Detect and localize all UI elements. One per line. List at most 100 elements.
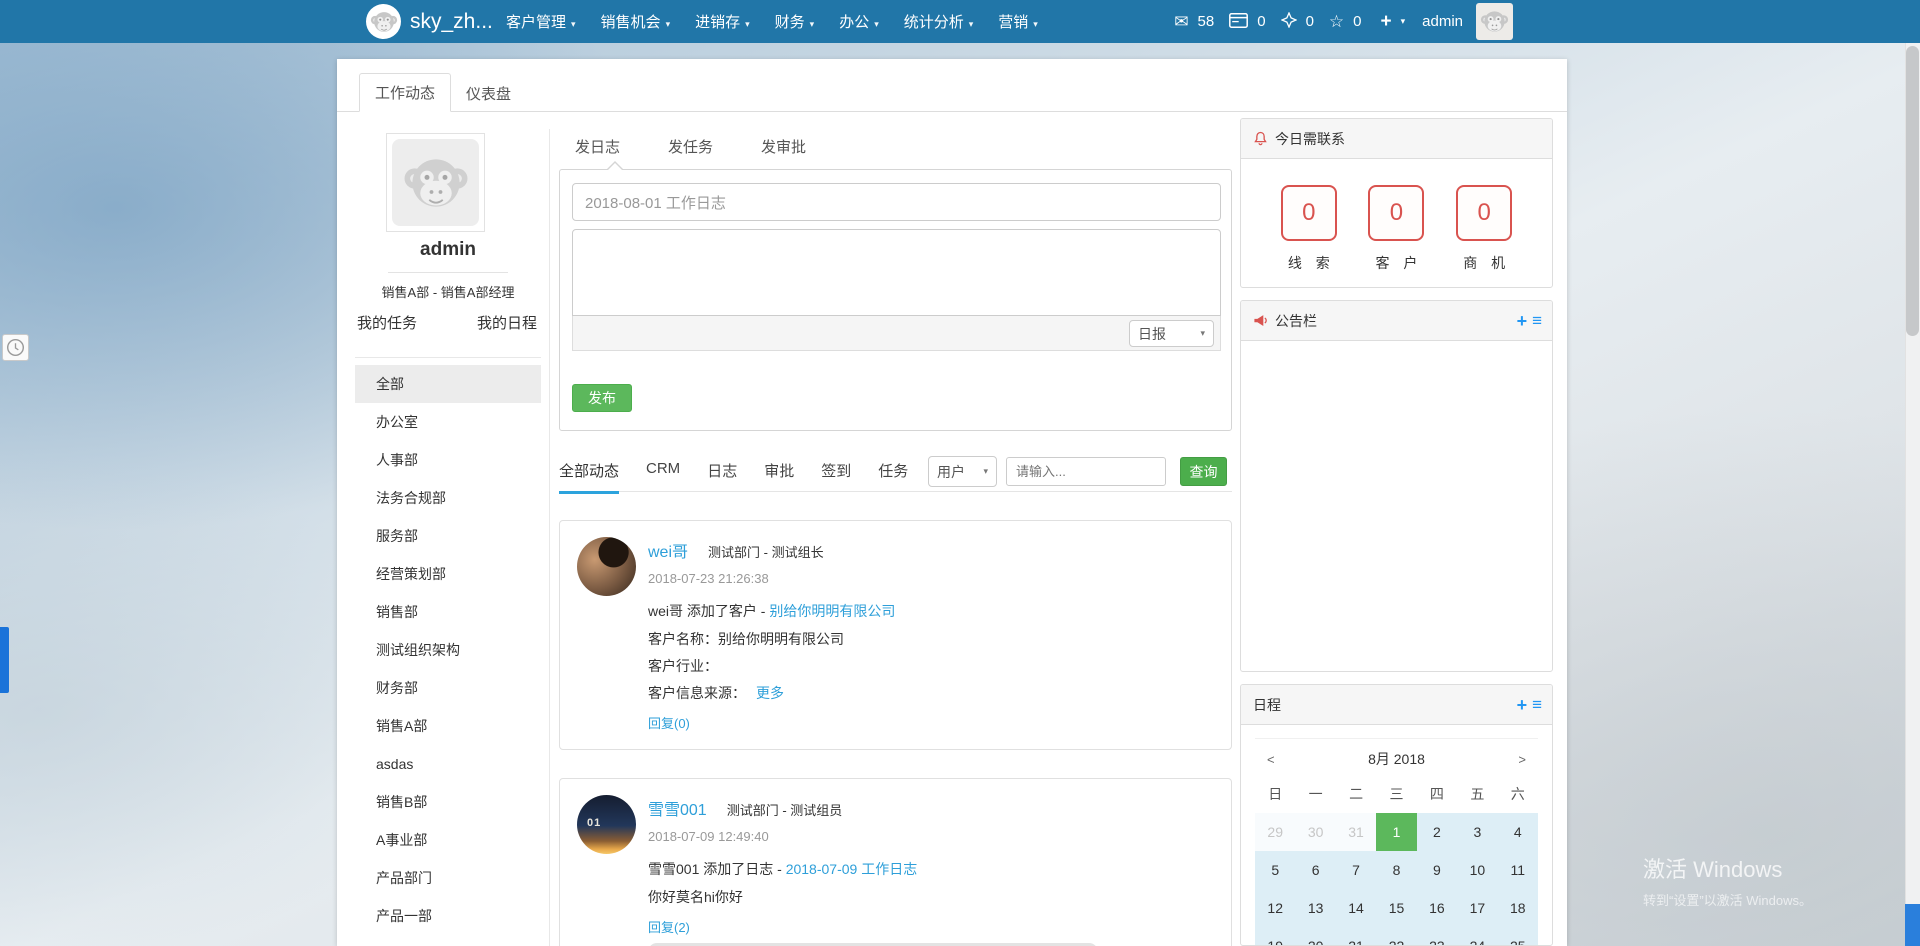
feed-user-avatar[interactable]: 01 [577,795,636,854]
nav-menu-item[interactable]: 销售机会▾ [601,11,671,32]
calendar-day[interactable]: 14 [1336,889,1376,927]
feed-search-button[interactable]: 查询 [1180,457,1227,486]
feed-filter-tab[interactable]: 任务 [878,460,908,494]
publish-button[interactable]: 发布 [572,384,632,412]
feed-action-link[interactable]: 别给你明明有限公司 [769,603,895,619]
calendar-day[interactable]: 29 [1255,813,1295,851]
my-tasks-link[interactable]: 我的任务 [357,312,417,333]
department-item[interactable]: 财务部 [355,669,541,707]
department-item[interactable]: 法务合规部 [355,479,541,517]
nav-menu-item[interactable]: 统计分析▾ [904,11,974,32]
department-item[interactable]: asdas [355,745,541,783]
publish-tab[interactable]: 发审批 [761,136,806,157]
feed-filter-tab[interactable]: 全部动态 [559,460,619,494]
calendar-day[interactable]: 3 [1457,813,1497,851]
main-tab[interactable]: 仪表盘 [451,75,526,112]
user-avatar[interactable] [1476,3,1513,40]
calendar-day[interactable]: 13 [1295,889,1335,927]
calendar-day[interactable]: 8 [1376,851,1416,889]
feed-filter-tab[interactable]: 签到 [821,460,851,494]
feed-user-avatar[interactable] [577,537,636,596]
log-type-select[interactable]: 日报▾ [1129,320,1214,347]
feed-action-link[interactable]: 2018-07-09 工作日志 [786,861,918,877]
calendar-day[interactable]: 9 [1417,851,1457,889]
calendar-day[interactable]: 16 [1417,889,1457,927]
contact-today-stats: 0线 索0客 户0商 机 [1241,159,1552,273]
department-item[interactable]: 人事部 [355,441,541,479]
main-tab[interactable]: 工作动态 [359,73,451,112]
calendar-day[interactable]: 20 [1295,927,1335,946]
calendar-day[interactable]: 23 [1417,927,1457,946]
calendar-day[interactable]: 11 [1498,851,1538,889]
department-item[interactable]: 销售A部 [355,707,541,745]
feed-reply-link[interactable]: 回复(2) [648,917,690,936]
calendar-day[interactable]: 1 [1376,813,1416,851]
calendar-day[interactable]: 15 [1376,889,1416,927]
calendar-day[interactable]: 4 [1498,813,1538,851]
nav-menu-item[interactable]: 营销▾ [998,11,1038,32]
card-icon[interactable] [1229,13,1248,31]
list-icon[interactable]: ≡ [1532,311,1542,331]
calendar-day[interactable]: 10 [1457,851,1497,889]
more-link[interactable]: 更多 [756,685,784,701]
department-item[interactable]: 服务部 [355,517,541,555]
calendar-day[interactable]: 18 [1498,889,1538,927]
star-icon[interactable]: ☆ [1329,13,1344,30]
feed-filter-tab[interactable]: 日志 [707,460,737,494]
calendar-day[interactable]: 12 [1255,889,1295,927]
feed-filter-tab[interactable]: 审批 [764,460,794,494]
department-item[interactable]: A事业部 [355,821,541,859]
log-content-textarea[interactable] [572,229,1221,316]
nav-menu-item[interactable]: 财务▾ [775,11,815,32]
user-filter-select[interactable]: 用户▾ [928,456,997,487]
nav-menu-item[interactable]: 客户管理▾ [506,11,576,32]
calendar-day[interactable]: 22 [1376,927,1416,946]
calendar-next-button[interactable]: > [1512,752,1532,767]
calendar-day[interactable]: 5 [1255,851,1295,889]
feed-filter-tab[interactable]: CRM [646,460,680,494]
publish-tab[interactable]: 发任务 [668,136,713,157]
history-clock-button[interactable] [2,334,29,361]
calendar-day[interactable]: 17 [1457,889,1497,927]
calendar-day[interactable]: 21 [1336,927,1376,946]
feed-search-input[interactable] [1006,457,1166,486]
department-item[interactable]: 产品一部 [355,897,541,935]
mail-icon[interactable]: ✉ [1174,13,1188,30]
calendar-day[interactable]: 24 [1457,927,1497,946]
chevron-down-icon[interactable]: ▾ [1401,16,1406,27]
username[interactable]: admin [1422,13,1463,30]
nav-menu-item[interactable]: 进销存▾ [695,11,750,32]
calendar-day[interactable]: 6 [1295,851,1335,889]
scrollbar-thumb[interactable] [1906,46,1919,336]
department-item[interactable]: 办公室 [355,403,541,441]
gem-icon[interactable] [1281,12,1297,31]
log-title-input[interactable] [572,183,1221,221]
calendar-day[interactable]: 19 [1255,927,1295,946]
calendar-day[interactable]: 7 [1336,851,1376,889]
department-item[interactable]: 销售B部 [355,783,541,821]
my-schedule-link[interactable]: 我的日程 [477,312,537,333]
calendar-day[interactable]: 31 [1336,813,1376,851]
add-icon[interactable]: + [1517,695,1528,716]
quick-add-button[interactable]: + [1381,11,1392,33]
nav-menu-item[interactable]: 办公▾ [839,11,879,32]
department-item[interactable]: 经营策划部 [355,555,541,593]
department-item[interactable]: 全部 [355,365,541,403]
calendar-day[interactable]: 2 [1417,813,1457,851]
publish-tab[interactable]: 发日志 [575,136,620,157]
calendar-day[interactable]: 25 [1498,927,1538,946]
department-item[interactable]: 产品部门 [355,859,541,897]
feed-reply-link[interactable]: 回复(0) [648,713,690,732]
side-panel-handle[interactable] [0,627,9,693]
brand[interactable]: sky_zh... [366,4,493,39]
profile-avatar[interactable] [386,133,485,232]
calendar-day[interactable]: 30 [1295,813,1335,851]
feed-user-link[interactable]: wei哥 [648,538,688,562]
department-item[interactable]: 销售部 [355,593,541,631]
calendar-prev-button[interactable]: < [1261,752,1281,767]
add-icon[interactable]: + [1517,311,1528,332]
scrollbar-track[interactable] [1905,43,1920,946]
feed-user-link[interactable]: 雪雪001 [648,796,707,820]
department-item[interactable]: 测试组织架构 [355,631,541,669]
list-icon[interactable]: ≡ [1532,695,1542,715]
